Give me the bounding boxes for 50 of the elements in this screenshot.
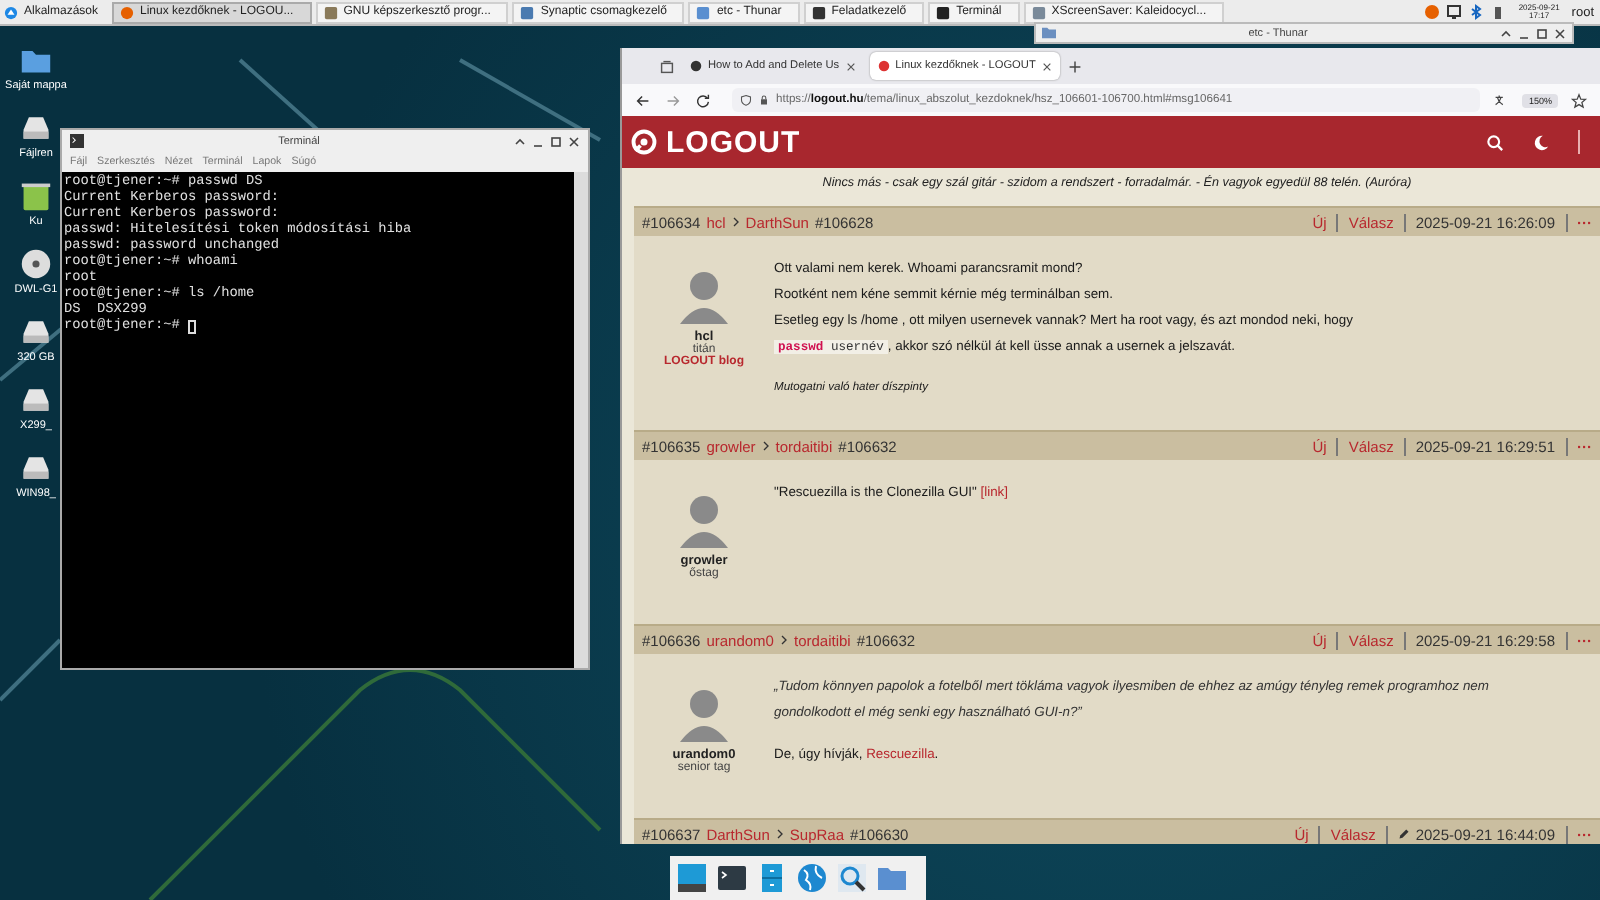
app-icon (811, 5, 826, 19)
scrollbar[interactable] (574, 172, 588, 668)
tab-list-icon[interactable] (658, 57, 676, 75)
chevron-icon (775, 828, 784, 840)
terminal-icon (70, 134, 84, 148)
globe-icon[interactable] (796, 862, 828, 894)
drive-icon[interactable] (18, 384, 54, 416)
search-icon[interactable] (836, 862, 868, 894)
folder-icon (696, 5, 711, 19)
back-arrow-icon[interactable] (634, 91, 652, 109)
maximize-icon[interactable] (550, 135, 562, 147)
show-desktop-icon[interactable] (676, 862, 708, 894)
search-icon[interactable] (1486, 133, 1504, 151)
drive-icon[interactable] (18, 112, 54, 144)
moon-icon[interactable] (1532, 133, 1550, 151)
file-cabinet-icon[interactable] (756, 862, 788, 894)
page-favicon-icon (690, 60, 702, 72)
bluetooth-icon[interactable] (1468, 4, 1485, 20)
pencil-icon (1397, 828, 1410, 840)
close-icon[interactable] (568, 135, 580, 147)
text-cursor (188, 319, 197, 333)
battery-icon[interactable] (1490, 4, 1507, 20)
site-logo[interactable]: LOGOUT (666, 125, 801, 159)
chevron-icon (761, 440, 770, 452)
shield-icon (740, 94, 752, 106)
logout-favicon-icon (877, 60, 890, 72)
chevron-icon (779, 634, 788, 646)
app-icon (1031, 5, 1046, 19)
close-icon[interactable] (1041, 61, 1052, 71)
app-icon (520, 5, 535, 19)
chevron-icon (731, 216, 740, 228)
disc-icon[interactable] (17, 248, 54, 280)
drive-icon[interactable] (18, 452, 54, 484)
bookmark-star-icon[interactable] (1570, 91, 1588, 109)
drive-icon[interactable] (18, 316, 54, 348)
logo-icon[interactable] (630, 128, 658, 156)
new-tab-icon[interactable] (1065, 57, 1084, 75)
lock-icon (758, 94, 770, 106)
maximize-icon[interactable] (1536, 27, 1548, 39)
close-icon[interactable] (1554, 27, 1566, 39)
app-icon (323, 5, 338, 19)
close-icon[interactable] (845, 61, 856, 71)
reload-icon[interactable] (694, 91, 712, 109)
roll-up-icon[interactable] (514, 135, 526, 147)
browser-icon (120, 5, 135, 19)
roll-up-icon[interactable] (1500, 27, 1512, 39)
trash-icon[interactable] (18, 180, 54, 212)
terminal-icon (936, 5, 951, 19)
terminal-icon[interactable] (716, 862, 748, 894)
app-menu-icon (4, 5, 18, 19)
